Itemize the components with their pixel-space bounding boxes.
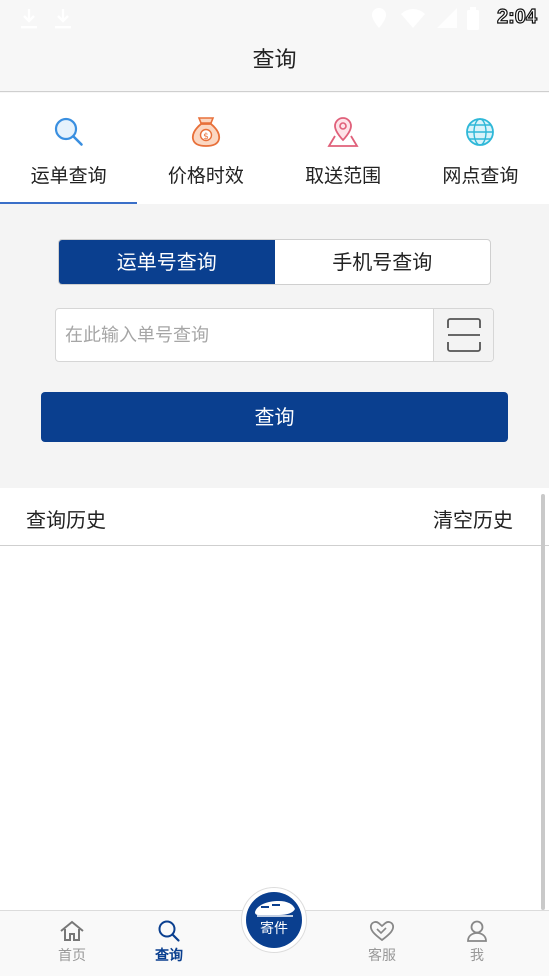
query-mode-switch: 运单号查询 手机号查询 (58, 239, 491, 285)
tabbar-item-query[interactable]: 查询 (134, 919, 204, 965)
waybill-number-query-option[interactable]: 运单号查询 (59, 240, 275, 284)
clear-history-button[interactable]: 清空历史 (433, 504, 513, 533)
train-icon (255, 901, 295, 917)
download-icon (21, 9, 37, 29)
wifi-icon (401, 9, 425, 28)
query-panel: 运单号查询 手机号查询 查询 (0, 204, 549, 488)
download-icon (55, 9, 71, 29)
page-title: 查询 (252, 48, 297, 73)
tabbar-item-customer-service[interactable]: 客服 (347, 919, 417, 965)
signal-icon (437, 8, 457, 28)
send-label: 寄件 (260, 921, 288, 937)
navigation-bar: 查询 (0, 38, 549, 92)
tab-pickup-range[interactable]: 取送范围 (275, 93, 412, 204)
tab-label: 网点查询 (442, 165, 519, 187)
location-icon (372, 8, 386, 28)
tabbar-item-home[interactable]: 首页 (37, 919, 107, 965)
location-range-icon (327, 117, 359, 147)
waybill-number-input[interactable] (56, 309, 434, 361)
phone-number-query-option[interactable]: 手机号查询 (275, 240, 491, 284)
money-bag-icon: $ (191, 117, 220, 147)
tab-price-timeliness[interactable]: $ 价格时效 (137, 93, 274, 204)
handshake-icon (369, 921, 395, 942)
scan-button[interactable] (433, 309, 493, 361)
tabbar-label: 客服 (368, 948, 396, 964)
tab-label: 运单查询 (30, 165, 107, 187)
tab-outlet-query[interactable]: 网点查询 (412, 93, 549, 204)
search-icon (158, 920, 180, 942)
svg-text:$: $ (203, 132, 209, 142)
query-button[interactable]: 查询 (41, 392, 508, 442)
user-icon (467, 920, 487, 942)
tabbar-label: 查询 (155, 948, 183, 964)
battery-icon (467, 7, 479, 30)
home-icon (60, 920, 84, 941)
send-package-button[interactable]: 寄件 (241, 887, 307, 953)
scrollbar[interactable] (541, 494, 545, 910)
scan-icon (447, 318, 481, 352)
tab-label: 价格时效 (167, 165, 244, 187)
search-icon (54, 117, 83, 146)
status-bar: 2:04 (0, 0, 549, 38)
category-tabs: 运单查询 $ 价格时效 取送范围 网点查询 (0, 93, 549, 204)
clock: 2:04 (496, 5, 537, 28)
tabbar-label: 我 (470, 948, 484, 964)
waybill-input-group (55, 308, 494, 362)
history-title: 查询历史 (26, 508, 106, 532)
history-header: 查询历史 清空历史 (0, 488, 549, 546)
tab-waybill-query[interactable]: 运单查询 (0, 93, 138, 204)
tab-label: 取送范围 (305, 165, 382, 187)
globe-icon (466, 118, 495, 146)
tabbar-label: 首页 (58, 948, 86, 964)
query-history: 查询历史 清空历史 (0, 488, 549, 910)
tabbar-item-me[interactable]: 我 (442, 919, 512, 965)
